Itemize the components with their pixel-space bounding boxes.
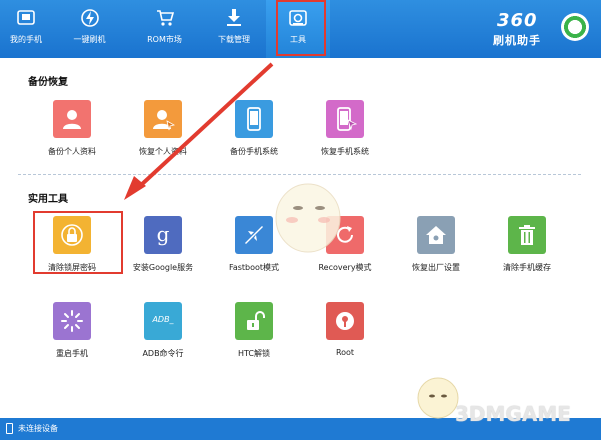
site-watermark-text: 3DMGAME bbox=[455, 402, 571, 426]
mascot-watermark bbox=[275, 183, 341, 253]
connection-status: 未连接设备 bbox=[18, 424, 58, 433]
device-icon bbox=[6, 423, 13, 434]
